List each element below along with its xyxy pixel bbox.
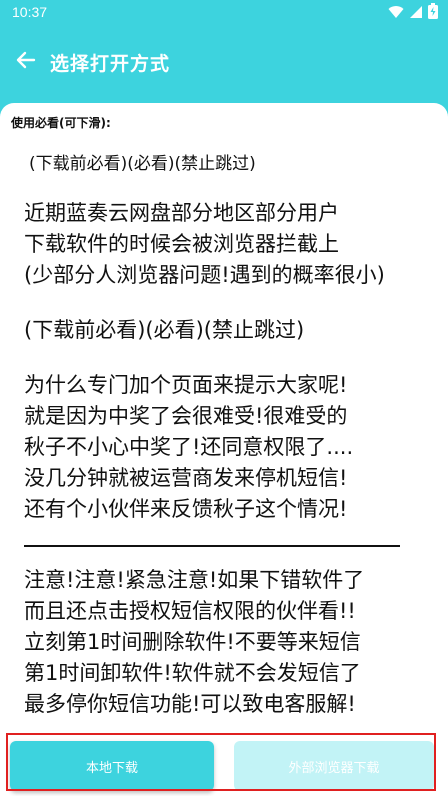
notice-paragraph: (下载前必看)(必看)(禁止跳过) <box>29 154 256 174</box>
notice-paragraph: 近期蓝奏云网盘部分地区部分用户 下载软件的时候会被浏览器拦截上 (少部分人浏览器… <box>24 201 385 287</box>
notice-paragraph: (下载前必看)(必看)(禁止跳过) <box>24 318 305 342</box>
local-download-button[interactable]: 本地下载 <box>10 741 214 791</box>
app-bar: 选择打开方式 <box>0 26 448 102</box>
notice-heading: 使用必看(可下滑): <box>11 116 111 130</box>
arrow-left-icon <box>14 48 38 76</box>
wifi-icon <box>388 4 404 23</box>
notice-scroll-area[interactable]: 使用必看(可下滑): (下载前必看)(必看)(禁止跳过) 近期蓝奏云网盘部分地区… <box>0 103 448 796</box>
battery-icon <box>428 3 438 23</box>
external-browser-download-button[interactable]: 外部浏览器下载 <box>234 741 434 791</box>
page-title: 选择打开方式 <box>50 53 171 75</box>
notice-paragraph: 注意!注意!紧急注意!如果下错软件了 而且还点击授权短信权限的伙伴看!! 立刻第… <box>24 568 365 716</box>
status-bar: 10:37 <box>0 0 448 26</box>
divider <box>24 545 400 547</box>
signal-icon <box>409 4 423 23</box>
notice-body: (下载前必看)(必看)(禁止跳过) 近期蓝奏云网盘部分地区部分用户 下载软件的时… <box>24 143 424 720</box>
notice-paragraph: 为什么专门加个页面来提示大家呢! 就是因为中奖了会很难受!很难受的 秋子不小心中… <box>24 373 354 521</box>
status-time: 10:37 <box>12 4 48 20</box>
status-icons <box>388 3 438 23</box>
back-button[interactable] <box>8 44 44 80</box>
